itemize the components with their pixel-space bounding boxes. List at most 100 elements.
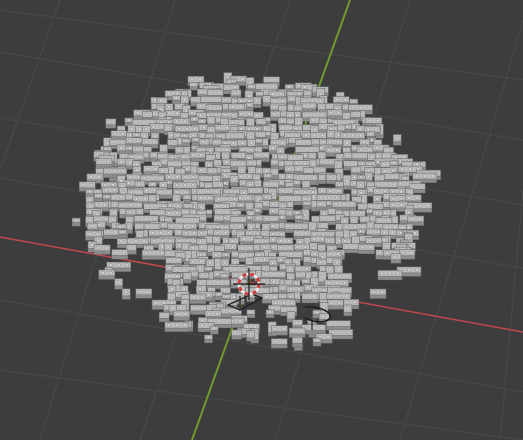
brick-stud [382,154,386,158]
brick-stud [313,232,317,237]
brick-stud [344,321,349,326]
brick-stud [342,281,347,285]
brick-stud [150,196,154,201]
brick-stud [271,224,275,228]
brick-stud [295,210,299,215]
brick-stud [336,189,341,193]
brick-stud [273,301,278,305]
brick-stud [96,194,101,198]
brick-stud [271,237,275,242]
brick-stud [206,335,211,339]
brick-stud [89,175,93,179]
brick-stud [241,148,245,152]
brick-stud [273,216,277,221]
brick-stud [320,255,325,260]
brick-stud [352,181,357,186]
brick-stud [142,197,147,201]
brick-stud [225,190,229,194]
brick-stud [129,190,134,194]
brick-stud [310,225,315,230]
brick-stud [216,105,220,110]
brick-stud [233,91,237,95]
brick-stud [111,183,115,187]
brick-stud [169,140,174,145]
brick-stud [298,240,302,244]
brick-stud [367,148,371,152]
brick-stud [303,231,308,235]
lego-brick [302,200,312,210]
viewport-canvas[interactable] [0,0,523,440]
brick-stud [415,162,419,166]
brick-stud [224,197,229,201]
brick-stud [250,168,254,172]
brick-stud [177,162,182,166]
brick-stud [223,153,228,158]
brick-stud [216,225,220,229]
brick-stud [295,113,299,117]
brick-stud [376,182,380,187]
brick-stud [96,238,100,243]
brick-stud [134,147,139,151]
brick-stud [238,196,242,200]
brick-stud [137,209,142,214]
brick-stud [240,141,245,145]
brick-stud [169,162,174,166]
brick-stud [299,329,303,333]
brick-stud [191,133,196,138]
brick-stud [232,161,236,166]
brick-stud [233,85,238,90]
brick-stud [258,119,262,124]
brick-stud [327,195,331,200]
brick-stud [256,139,261,143]
brick-stud [142,134,147,138]
brick-stud [343,97,348,102]
brick-stud [273,182,277,186]
brick-stud [294,224,298,228]
lego-brick [95,158,113,169]
brick-stud [167,111,171,116]
brick-stud [207,196,211,200]
brick-stud [273,326,278,331]
lego-brick-mesh-cluster[interactable] [71,72,441,351]
brick-stud [128,245,133,250]
brick-stud [192,231,196,235]
brick-stud [159,98,163,103]
brick-stud [97,223,101,227]
brick-stud [152,188,157,193]
brick-stud [183,162,188,166]
brick-stud [321,232,325,237]
brick-stud [326,281,331,285]
brick-stud [280,161,285,166]
brick-stud [248,253,253,258]
brick-stud [102,202,107,207]
brick-stud [336,133,341,137]
brick-stud [335,148,339,152]
brick-stud [217,90,221,95]
brick-stud [121,154,126,159]
brick-stud [264,169,269,173]
brick-stud [407,190,412,194]
brick-stud [352,218,356,222]
brick-stud [215,311,219,316]
3d-viewport[interactable] [0,0,523,440]
brick-stud [289,126,293,130]
brick-stud [160,113,165,118]
brick-stud [206,184,211,188]
brick-stud [200,323,204,328]
brick-stud [376,230,381,234]
brick-stud [329,301,334,305]
brick-stud [264,225,268,230]
brick-stud [160,244,165,249]
brick-stud [247,261,252,265]
brick-stud [241,181,246,185]
lego-brick [343,304,353,316]
brick-stud [175,211,179,215]
brick-stud [272,141,277,145]
brick-stud [191,259,195,264]
lego-brick [312,337,322,347]
brick-stud [390,174,395,179]
brick-stud [128,133,133,138]
brick-stud [232,197,237,201]
brick-stud [311,246,316,250]
brick-stud [342,120,346,125]
